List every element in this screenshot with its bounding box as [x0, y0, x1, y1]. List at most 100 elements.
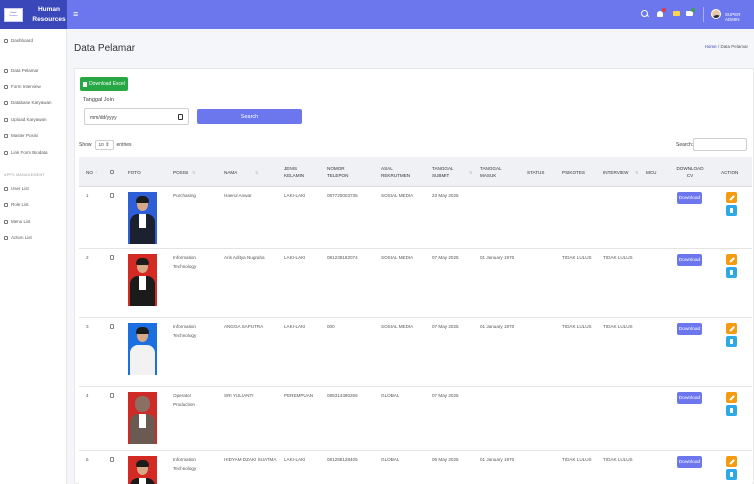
entries-select[interactable]: 10 ⇕ [94, 140, 114, 150]
download-cv-button[interactable]: Download [677, 456, 702, 468]
th-foto[interactable]: FOTO [128, 157, 158, 187]
th-mcu[interactable]: MCU [646, 157, 666, 187]
search-button[interactable]: Search [197, 109, 302, 124]
table-header: NO ↑ FOTO POSISI NAMA JENIS KELAMIN NOMOR… [79, 157, 752, 187]
applicant-photo[interactable] [128, 323, 157, 375]
th-status[interactable]: STATUS [527, 157, 557, 187]
view-icon[interactable] [726, 469, 737, 480]
cell-nama: HIDYAM DZAKI SUATMA [224, 457, 277, 462]
cell-asal: GLOBAL [381, 457, 400, 462]
applicant-photo[interactable] [128, 392, 157, 444]
hamburger-menu-icon[interactable]: ≡ [73, 9, 78, 19]
search-icon[interactable] [641, 10, 649, 18]
tanggal-join-input[interactable]: mm/dd/yyyy [84, 108, 189, 125]
sidebar-item-role-list[interactable]: Role List [4, 201, 29, 208]
table-row: 4 Operator Production SRI YULIANTI PEREMPUA… [79, 387, 752, 451]
bell-icon[interactable] [657, 8, 666, 18]
row-checkbox[interactable] [110, 457, 114, 462]
cell-asal: SOSIAL MEDIA [381, 193, 414, 198]
cell-no: 1 [86, 193, 89, 198]
sidebar-item-dashboard[interactable]: Dashboard [4, 37, 33, 44]
cell-posisi: Information Technology [173, 255, 197, 269]
topbar-divider [703, 7, 704, 22]
edit-icon[interactable] [726, 323, 737, 334]
edit-icon[interactable] [726, 254, 737, 265]
th-no[interactable]: NO ↑ [86, 157, 100, 187]
edit-icon[interactable] [726, 392, 737, 403]
row-checkbox[interactable] [110, 393, 114, 398]
cell-jk: LAKI-LAKI [284, 255, 306, 260]
flag-icon[interactable] [673, 10, 681, 18]
select-all-checkbox[interactable] [110, 169, 114, 175]
cell-masuk: 01 January 1970 [480, 324, 515, 329]
sort-icon[interactable]: ⇅ [635, 170, 638, 175]
download-cv-button[interactable]: Download [677, 192, 702, 204]
row-checkbox[interactable] [110, 193, 114, 198]
view-icon[interactable] [726, 205, 737, 216]
applicant-photo[interactable] [128, 192, 157, 244]
cell-jk: LAKI-LAKI [284, 457, 306, 462]
cell-telp: 081239182074 [327, 255, 358, 260]
sidebar-item-menu-list[interactable]: Menu List [4, 218, 31, 225]
cell-interview: TIDAK LULUS [603, 255, 633, 260]
cell-jk: LAKI-LAKI [284, 324, 306, 329]
cell-submit: 06 May 2025 [432, 457, 459, 462]
sidebar-section-heading: APPS MANAGEMENT [4, 173, 45, 177]
download-cv-button[interactable]: Download [677, 392, 702, 404]
sort-icon[interactable]: ⇅ [469, 170, 472, 175]
download-cv-button[interactable]: Download [677, 323, 702, 335]
role-icon [4, 202, 8, 207]
th-download-cv[interactable]: DOWNLOAD CV [673, 157, 707, 187]
sort-icon[interactable]: ⇅ [255, 170, 258, 175]
download-cv-button[interactable]: Download [677, 254, 702, 266]
th-posisi[interactable]: POSISI [173, 157, 203, 187]
sidebar-item-data-pelamar[interactable]: Data Pelamar [4, 67, 39, 74]
sidebar-item-form-interview[interactable]: Form Interview [4, 83, 41, 90]
message-icon[interactable] [686, 8, 695, 18]
th-nomor-telepon[interactable]: NOMOR TELEPON [327, 157, 357, 187]
th-action[interactable]: ACTION [721, 157, 747, 187]
sidebar-item-user-list[interactable]: User List [4, 185, 29, 192]
row-checkbox[interactable] [110, 255, 114, 260]
table-search-input[interactable] [693, 138, 747, 151]
brand[interactable]: Human Resources Human Resources [0, 0, 67, 29]
breadcrumb: Home / Data Pelamar [704, 44, 748, 49]
user-avatar[interactable] [711, 9, 721, 19]
sidebar-item-master-posisi[interactable]: Master Posisi [4, 132, 38, 139]
cell-posisi: Operator Production [173, 393, 195, 407]
sidebar-item-database-karyawan[interactable]: Database Karyawan [4, 99, 52, 106]
cell-interview: TIDAK LULUS [603, 324, 633, 329]
edit-icon[interactable] [726, 192, 737, 203]
th-interview[interactable]: INTERVIEW [603, 157, 633, 187]
user-name[interactable]: SUPER ADMIN [725, 12, 754, 22]
download-excel-button[interactable]: Download Excel [80, 77, 128, 91]
th-tanggal-masuk[interactable]: TANGGAL MASUK [480, 157, 510, 187]
view-icon[interactable] [726, 336, 737, 347]
sidebar-item-link-form-biodata[interactable]: Link Form Biodata [4, 149, 48, 156]
sidebar-item-action-list[interactable]: Action List [4, 234, 32, 241]
row-checkbox[interactable] [110, 324, 114, 329]
cell-no: 3 [86, 324, 89, 329]
table-row: 2 Information Technology Aris Aditya Nugra… [79, 249, 752, 318]
view-icon[interactable] [726, 405, 737, 416]
th-asal-rekrutmen[interactable]: ASAL REKRUTMEN [381, 157, 413, 187]
breadcrumb-home[interactable]: Home [705, 44, 717, 49]
table-row: 1 Purchasing Haerul Anwar LAKI-LAKI 08772000… [79, 187, 752, 249]
th-tanggal-submit[interactable]: TANGGAL SUBMIT [432, 157, 462, 187]
edit-icon[interactable] [726, 456, 737, 467]
th-select-all[interactable] [110, 157, 116, 187]
cell-interview: TIDAK LULUS [603, 457, 633, 462]
th-psikotes[interactable]: PSIKOTES [562, 157, 592, 187]
view-icon[interactable] [726, 267, 737, 278]
th-nama[interactable]: NAMA [224, 157, 254, 187]
applicant-photo[interactable] [128, 456, 157, 484]
sidebar-item-upload-karyawan[interactable]: Upload Karyawan [4, 116, 47, 123]
th-jenis-kelamin[interactable]: JENIS KELAMIN [284, 157, 314, 187]
calendar-icon[interactable] [178, 114, 183, 120]
cell-psikotes: TIDAK LULUS [562, 324, 592, 329]
applicant-photo[interactable] [128, 254, 157, 306]
cell-no: 5 [86, 457, 89, 462]
sort-icon[interactable]: ⇅ [192, 170, 195, 175]
table-row: 5 Information Technology HIDYAM DZAKI SUAT… [79, 451, 752, 484]
upload-icon [4, 117, 8, 122]
